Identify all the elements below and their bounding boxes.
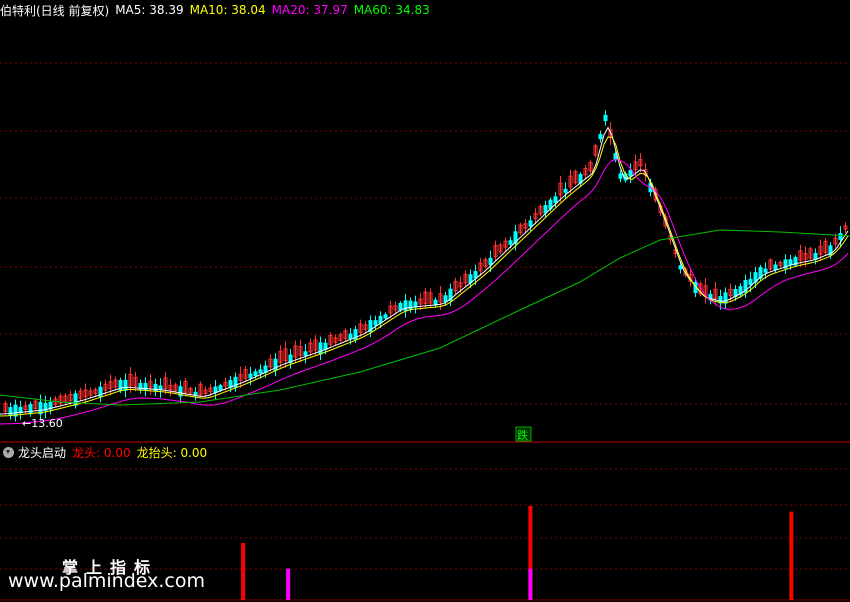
ma5-line: [0, 126, 849, 415]
candle-body: [603, 114, 608, 122]
candle-body: [473, 271, 478, 279]
candle-body: [543, 205, 548, 214]
ma5-label: MA5: 38.39: [115, 3, 184, 17]
candle-body: [258, 369, 263, 374]
indicator-title: 龙头启动: [18, 445, 67, 460]
candle-body: [383, 314, 388, 319]
candle-body: [508, 240, 513, 245]
candle-body: [748, 278, 753, 285]
chevron-down-icon[interactable]: [3, 446, 14, 458]
ma10-label: MA10: 38.04: [189, 3, 266, 17]
candle-body: [213, 386, 218, 394]
candle-body: [378, 315, 383, 324]
candle-body: [563, 188, 568, 193]
candle-body: [618, 173, 623, 179]
low-price-marker: ←13.60: [22, 417, 63, 430]
candle-body: [253, 371, 258, 377]
indicator-bar: [789, 511, 794, 600]
longtou-label: 龙头: 0.00: [72, 445, 131, 460]
stock-title: 伯特利(日线 前复权): [0, 3, 110, 18]
candle-body: [443, 295, 448, 303]
candle-body: [303, 351, 308, 356]
candle-body: [763, 268, 768, 273]
price-chart[interactable]: ←13.60 跌: [0, 0, 850, 602]
indicator-header: 龙头启动 龙头: 0.00 龙抬头: 0.00: [0, 443, 213, 461]
candle-body: [398, 302, 403, 311]
indicator-bar: [286, 568, 291, 600]
indicator-bar: [528, 568, 533, 600]
candle-body: [773, 264, 778, 271]
candle-body: [838, 233, 843, 240]
candle-body: [788, 259, 793, 266]
candle-body: [528, 220, 533, 227]
main-chart-header: 伯特利(日线 前复权) MA5: 38.39 MA10: 38.04 MA20:…: [0, 1, 436, 19]
indicator-bar: [241, 543, 246, 600]
ma10-line: [0, 136, 849, 417]
candle-body: [123, 379, 128, 391]
candle-body: [218, 385, 223, 391]
candle-body: [488, 257, 493, 266]
candle-body: [348, 333, 353, 340]
candle-body: [373, 320, 378, 326]
watermark-url: www.palmindex.com: [8, 570, 206, 592]
candle-body: [598, 134, 603, 140]
candle-body: [73, 393, 78, 406]
ma60-label: MA60: 34.83: [353, 3, 430, 17]
candle-body: [553, 196, 558, 204]
candle-body: [678, 265, 683, 270]
candle-body: [28, 404, 33, 415]
candle-body: [628, 169, 633, 177]
longtaitou-label: 龙抬头: 0.00: [136, 445, 208, 460]
event-tag: 跌: [517, 428, 528, 442]
candle-body: [248, 373, 253, 379]
ma20-label: MA20: 37.97: [271, 3, 348, 17]
candle-body: [318, 342, 323, 355]
candle-body: [13, 404, 18, 417]
